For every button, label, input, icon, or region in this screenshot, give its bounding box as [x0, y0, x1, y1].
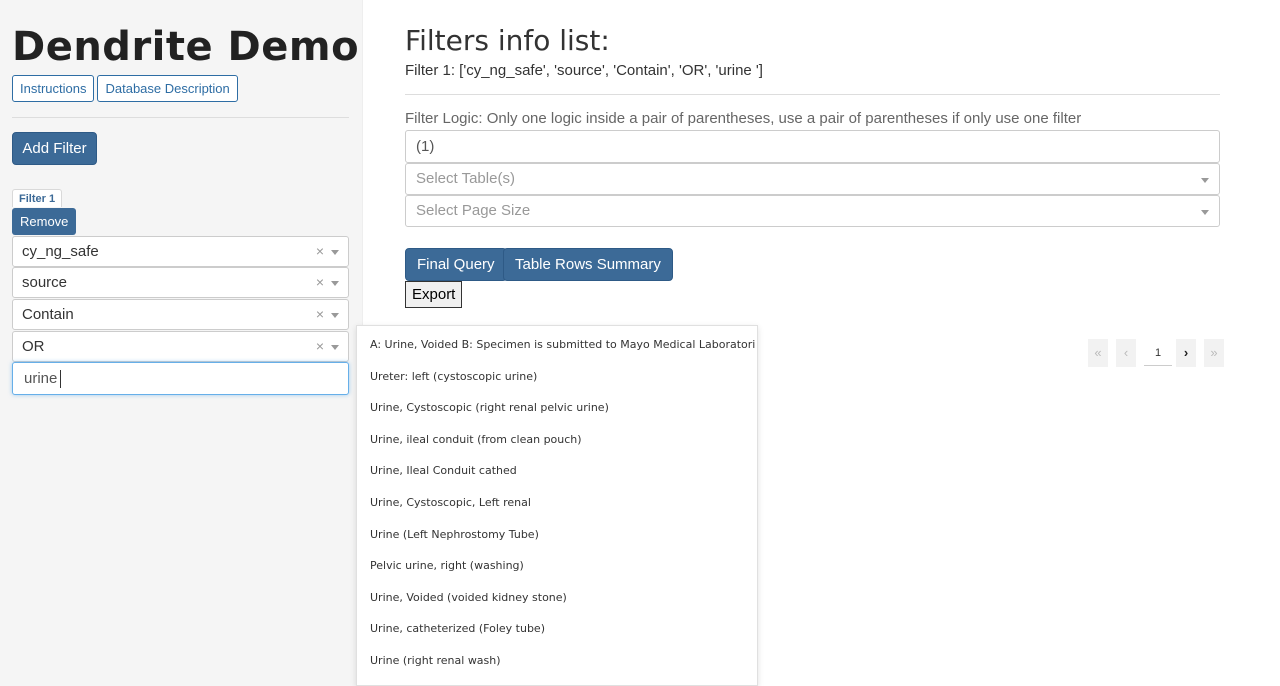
- clear-icon[interactable]: ×: [316, 332, 324, 361]
- table-rows-summary-button[interactable]: Table Rows Summary: [503, 248, 673, 281]
- text-cursor: [60, 370, 62, 389]
- filter-tab[interactable]: Filter 1: [12, 189, 63, 207]
- caret-down-icon[interactable]: [331, 250, 339, 255]
- dropdown-option[interactable]: Urine, Ileal Conduit cathed: [357, 455, 757, 487]
- select-page-size-placeholder: Select Page Size: [416, 202, 531, 219]
- page-title: Filters info list:: [405, 24, 610, 57]
- filter-logic-label: Filter Logic: Only one logic inside a pa…: [405, 110, 1082, 127]
- value-search-input[interactable]: urine: [12, 362, 349, 395]
- table-select[interactable]: cy_ng_safe ×: [12, 236, 349, 267]
- dropdown-option[interactable]: Urine (right renal wash): [357, 645, 757, 677]
- caret-down-icon[interactable]: [1201, 210, 1209, 215]
- caret-down-icon[interactable]: [1201, 178, 1209, 183]
- last-page-icon[interactable]: »: [1204, 339, 1224, 367]
- export-button[interactable]: Export: [405, 281, 463, 308]
- main-divider: [405, 94, 1220, 95]
- clear-icon[interactable]: ×: [316, 237, 324, 266]
- database-description-button[interactable]: Database Description: [97, 75, 238, 102]
- previous-page-icon[interactable]: ‹: [1116, 339, 1136, 367]
- dropdown-option[interactable]: Urine, Cystoscopic (right renal pelvic u…: [357, 392, 757, 424]
- add-filter-button[interactable]: Add Filter: [12, 132, 97, 165]
- value-search-text: urine: [24, 370, 58, 387]
- app-title: Dendrite Demo: [12, 24, 360, 70]
- filter-info-line: Filter 1: ['cy_ng_safe', 'source', 'Cont…: [405, 62, 763, 79]
- dropdown-option[interactable]: Urine (Left Nephrostomy Tube): [357, 519, 757, 551]
- final-query-button[interactable]: Final Query: [405, 248, 507, 281]
- logic-select[interactable]: OR ×: [12, 331, 349, 362]
- column-select[interactable]: source ×: [12, 267, 349, 298]
- table-select-value: cy_ng_safe: [22, 243, 99, 260]
- clear-icon[interactable]: ×: [316, 268, 324, 297]
- sidebar-top-buttons: Instructions Database Description: [12, 75, 238, 102]
- operator-select[interactable]: Contain ×: [12, 299, 349, 330]
- dropdown-option[interactable]: Urine, catheterized (Foley tube): [357, 613, 757, 645]
- select-tables-dropdown[interactable]: Select Table(s): [405, 163, 1220, 195]
- dropdown-option[interactable]: Urine, ileal conduit (from clean pouch): [357, 424, 757, 456]
- sidebar-divider: [12, 117, 349, 118]
- clear-icon[interactable]: ×: [316, 300, 324, 329]
- dropdown-option[interactable]: A: Urine, Voided B: Specimen is submitte…: [357, 329, 757, 361]
- column-select-value: source: [22, 274, 68, 291]
- first-page-icon[interactable]: «: [1088, 339, 1108, 367]
- operator-select-value: Contain: [22, 306, 74, 323]
- dropdown-option[interactable]: Ureter: left (cystoscopic urine): [357, 361, 757, 393]
- select-tables-placeholder: Select Table(s): [416, 170, 515, 187]
- dropdown-option[interactable]: Urine, Cystoscopic, Left renal: [357, 487, 757, 519]
- dropdown-option[interactable]: Pelvic urine, right (washing): [357, 550, 757, 582]
- pagination: « ‹ 1 › »: [1088, 339, 1232, 367]
- instructions-button[interactable]: Instructions: [12, 75, 95, 102]
- caret-down-icon[interactable]: [331, 281, 339, 286]
- remove-filter-button[interactable]: Remove: [12, 208, 77, 235]
- value-options-dropdown: A: Urine, Voided B: Specimen is submitte…: [356, 325, 758, 686]
- caret-down-icon[interactable]: [331, 345, 339, 350]
- select-page-size-dropdown[interactable]: Select Page Size: [405, 195, 1220, 227]
- caret-down-icon[interactable]: [331, 313, 339, 318]
- next-page-icon[interactable]: ›: [1176, 339, 1196, 367]
- dropdown-option[interactable]: Urine, Voided (voided kidney stone): [357, 582, 757, 614]
- sidebar: Dendrite Demo Instructions Database Desc…: [0, 0, 363, 686]
- logic-select-value: OR: [22, 338, 45, 355]
- page-number-input[interactable]: 1: [1144, 340, 1172, 366]
- filter-logic-input[interactable]: (1): [405, 130, 1220, 163]
